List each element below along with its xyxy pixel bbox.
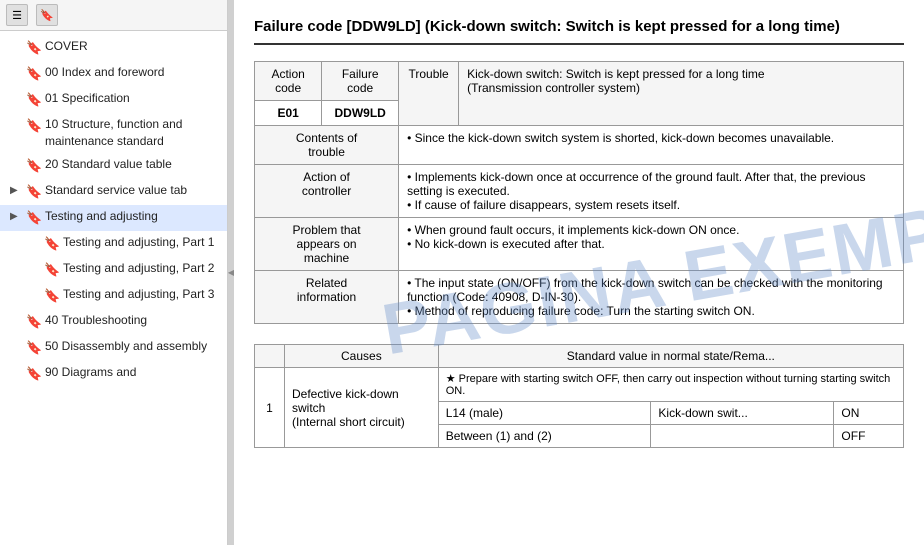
sidebar-item-00-index[interactable]: 🔖 00 Index and foreword bbox=[0, 61, 227, 87]
bookmark-icon: 🔖 bbox=[26, 313, 40, 331]
causes-col-standard: Standard value in normal state/Rema... bbox=[438, 345, 903, 368]
table-row: 1 Defective kick-down switch(Internal sh… bbox=[255, 368, 904, 402]
bookmark-icon: 🔖 bbox=[26, 339, 40, 357]
sidebar-item-testing-part2[interactable]: 🔖 Testing and adjusting, Part 2 bbox=[0, 257, 227, 283]
bookmark-icon: 🔖 bbox=[26, 183, 40, 201]
col-header-trouble: Trouble bbox=[399, 62, 459, 126]
sidebar: ☰ 🔖 🔖 COVER 🔖 00 Index and foreword 🔖 01… bbox=[0, 0, 228, 545]
sidebar-item-testing[interactable]: ▶ 🔖 Testing and adjusting bbox=[0, 205, 227, 231]
bookmark-icon: 🔖 bbox=[26, 91, 40, 109]
col-header-trouble-desc: Kick-down switch: Switch is kept pressed… bbox=[459, 62, 904, 126]
row-content-action: • Implements kick-down once at occurrenc… bbox=[399, 165, 904, 218]
page-title: Failure code [DDW9LD] (Kick-down switch:… bbox=[254, 16, 904, 45]
bookmark-icon: 🔖 bbox=[26, 65, 40, 83]
sidebar-item-label: Testing and adjusting, Part 3 bbox=[63, 286, 221, 303]
cause-between-empty bbox=[651, 425, 834, 448]
cause-between-label: Between (1) and (2) bbox=[438, 425, 651, 448]
row-label-action: Action ofcontroller bbox=[255, 165, 399, 218]
expand-arrow-icon: ▶ bbox=[10, 210, 24, 224]
sidebar-item-label: COVER bbox=[45, 38, 221, 55]
table-row: Action ofcontroller • Implements kick-do… bbox=[255, 165, 904, 218]
sidebar-item-label: 90 Diagrams and bbox=[45, 364, 221, 381]
bookmark-icon: 🔖 bbox=[26, 209, 40, 227]
cause-description: Defective kick-down switch(Internal shor… bbox=[285, 368, 439, 448]
causes-col-causes: Causes bbox=[285, 345, 439, 368]
menu-icon[interactable]: ☰ bbox=[6, 4, 28, 26]
col-header-failure-code: Failure code bbox=[322, 62, 399, 101]
bookmark-toolbar-icon[interactable]: 🔖 bbox=[36, 4, 58, 26]
sidebar-item-label: Testing and adjusting, Part 2 bbox=[63, 260, 221, 277]
bookmark-icon: 🔖 bbox=[44, 261, 58, 279]
sidebar-item-label: 50 Disassembly and assembly bbox=[45, 338, 221, 355]
cause-terminal-label: L14 (male) bbox=[438, 402, 651, 425]
table-row: Contents oftrouble • Since the kick-down… bbox=[255, 126, 904, 165]
sidebar-item-label: 40 Troubleshooting bbox=[45, 312, 221, 329]
row-content-related: • The input state (ON/OFF) from the kick… bbox=[399, 271, 904, 324]
row-label-problem: Problem thatappears onmachine bbox=[255, 218, 399, 271]
sidebar-item-testing-part3[interactable]: 🔖 Testing and adjusting, Part 3 bbox=[0, 283, 227, 309]
sidebar-item-label: Testing and adjusting, Part 1 bbox=[63, 234, 221, 251]
bookmark-icon: 🔖 bbox=[26, 157, 40, 175]
failure-code-value: DDW9LD bbox=[322, 101, 399, 126]
sidebar-item-50-disassembly[interactable]: 🔖 50 Disassembly and assembly bbox=[0, 335, 227, 361]
sidebar-item-label: Testing and adjusting bbox=[45, 208, 221, 225]
sidebar-item-label: Standard service value tab bbox=[45, 182, 221, 199]
sidebar-item-10-structure[interactable]: 🔖 10 Structure, function and maintenance… bbox=[0, 113, 227, 153]
cause-num: 1 bbox=[255, 368, 285, 448]
expand-arrow-icon: ▶ bbox=[10, 184, 24, 198]
action-code-value: E01 bbox=[255, 101, 322, 126]
sidebar-item-01-spec[interactable]: 🔖 01 Specification bbox=[0, 87, 227, 113]
cause-terminal-name: Kick-down swit... bbox=[651, 402, 834, 425]
causes-col-num bbox=[255, 345, 285, 368]
info-table: Action code Failure code Trouble Kick-do… bbox=[254, 61, 904, 324]
sidebar-item-20-standard[interactable]: 🔖 20 Standard value table bbox=[0, 153, 227, 179]
row-content-contents: • Since the kick-down switch system is s… bbox=[399, 126, 904, 165]
sidebar-item-40-troubleshooting[interactable]: 🔖 40 Troubleshooting bbox=[0, 309, 227, 335]
sidebar-toolbar: ☰ 🔖 bbox=[0, 0, 227, 31]
bookmark-icon: 🔖 bbox=[44, 235, 58, 253]
sidebar-item-testing-part1[interactable]: 🔖 Testing and adjusting, Part 1 bbox=[0, 231, 227, 257]
main-content: PAGINA EXEMPLU Failure code [DDW9LD] (Ki… bbox=[234, 0, 924, 545]
sidebar-item-label: 01 Specification bbox=[45, 90, 221, 107]
sidebar-item-label: 00 Index and foreword bbox=[45, 64, 221, 81]
bookmark-icon: 🔖 bbox=[26, 365, 40, 383]
cause-val-on: ON bbox=[834, 402, 904, 425]
bookmark-icon: 🔖 bbox=[26, 39, 40, 57]
row-label-related: Relatedinformation bbox=[255, 271, 399, 324]
sidebar-item-cover[interactable]: 🔖 COVER bbox=[0, 35, 227, 61]
sidebar-item-90-diagrams[interactable]: 🔖 90 Diagrams and bbox=[0, 361, 227, 387]
sidebar-item-label: 20 Standard value table bbox=[45, 156, 221, 173]
row-label-contents: Contents oftrouble bbox=[255, 126, 399, 165]
sidebar-nav: 🔖 COVER 🔖 00 Index and foreword 🔖 01 Spe… bbox=[0, 31, 227, 545]
table-row: Relatedinformation • The input state (ON… bbox=[255, 271, 904, 324]
sidebar-item-label: 10 Structure, function and maintenance s… bbox=[45, 116, 221, 150]
cause-val-off: OFF bbox=[834, 425, 904, 448]
causes-table: Causes Standard value in normal state/Re… bbox=[254, 344, 904, 448]
row-content-problem: • When ground fault occurs, it implement… bbox=[399, 218, 904, 271]
col-header-action-code: Action code bbox=[255, 62, 322, 101]
bookmark-icon: 🔖 bbox=[26, 117, 40, 135]
bookmark-icon: 🔖 bbox=[44, 287, 58, 305]
table-row: Problem thatappears onmachine • When gro… bbox=[255, 218, 904, 271]
sidebar-item-standard-service[interactable]: ▶ 🔖 Standard service value tab bbox=[0, 179, 227, 205]
cause-condition: ★ Prepare with starting switch OFF, then… bbox=[438, 368, 903, 402]
